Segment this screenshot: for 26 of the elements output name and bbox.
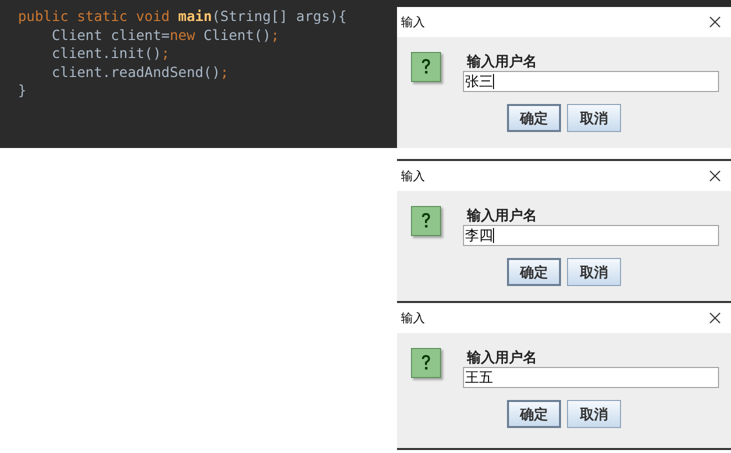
question-icon: [411, 206, 441, 236]
prompt-label: 输入用户名: [467, 52, 538, 70]
dialog-button[interactable]: 取消: [567, 400, 621, 428]
input-field[interactable]: 张三: [463, 71, 719, 92]
window-title: 输入: [401, 168, 425, 185]
dialog-button[interactable]: 取消: [567, 104, 621, 132]
prompt-label: 输入用户名: [467, 348, 538, 366]
close-icon[interactable]: [709, 170, 721, 182]
prompt-label: 输入用户名: [467, 206, 538, 224]
dialog-button[interactable]: 确定: [507, 258, 561, 286]
code-line: public static void main(String[] args){: [18, 8, 347, 26]
input-field[interactable]: 王五: [463, 367, 719, 388]
dialog-button[interactable]: 确定: [507, 400, 561, 428]
code-line: Client client=new Client();: [50, 26, 280, 45]
window-title: 输入: [401, 14, 425, 31]
input-field[interactable]: 李四: [463, 225, 719, 246]
code-line: client.init();: [50, 45, 170, 64]
close-icon[interactable]: [709, 16, 721, 28]
window-title: 输入: [401, 310, 425, 327]
question-icon: [411, 348, 441, 378]
question-icon: [411, 52, 441, 82]
dialog-button[interactable]: 取消: [567, 258, 621, 286]
dialog-button[interactable]: 确定: [507, 104, 561, 132]
code-line: client.readAndSend();: [50, 64, 229, 82]
code-line: }: [18, 82, 26, 100]
close-icon[interactable]: [709, 312, 721, 324]
